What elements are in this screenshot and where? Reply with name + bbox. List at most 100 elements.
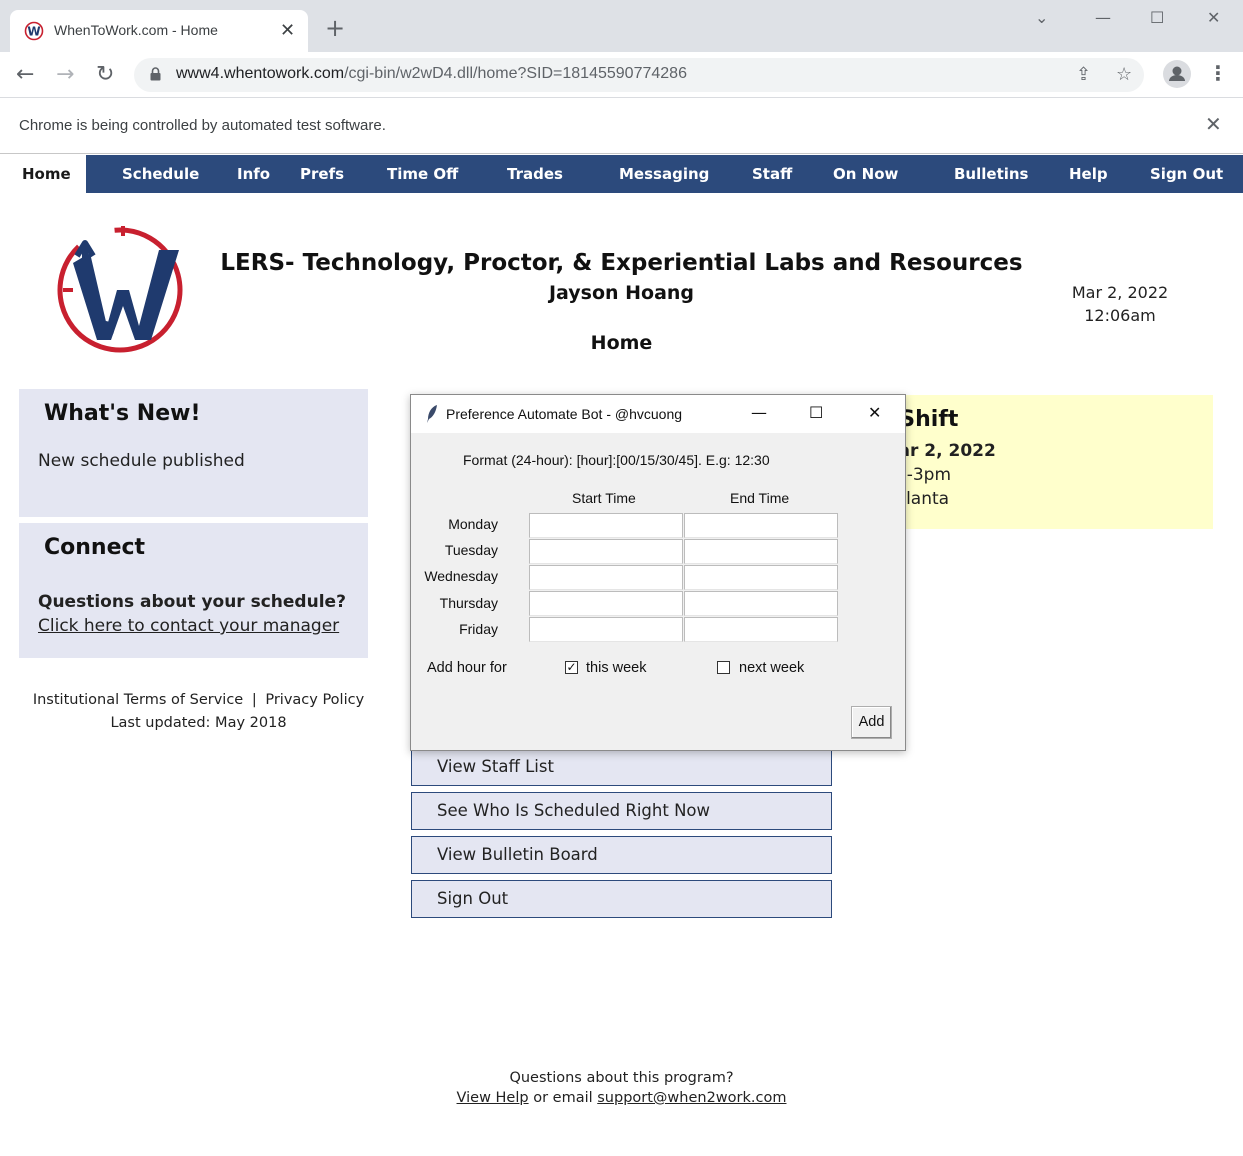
current-date: Mar 2, 2022 (1071, 283, 1169, 302)
dialog-maximize-icon[interactable]: ☐ (809, 403, 823, 422)
thursday-end-input[interactable] (684, 591, 838, 616)
action-label: See Who Is Scheduled Right Now (437, 801, 711, 820)
nav-item-sign-out[interactable]: Sign Out (1150, 165, 1223, 183)
nav-item-help[interactable]: Help (1069, 165, 1108, 183)
thursday-start-input[interactable] (529, 591, 683, 616)
bookmark-star-icon[interactable]: ☆ (1116, 64, 1132, 85)
wednesday-start-input[interactable] (529, 565, 683, 590)
page-title: Home (590, 332, 653, 354)
browser-tab[interactable]: W WhenToWork.com - Home ✕ (10, 10, 308, 52)
url-text: www4.whentowork.com/cgi-bin/w2wD4.dll/ho… (176, 65, 687, 82)
contact-manager-link[interactable]: Click here to contact your manager (38, 616, 339, 636)
dialog-minimize-icon[interactable]: — (751, 403, 767, 422)
dialog-close-icon[interactable]: ✕ (868, 403, 881, 422)
dialog-title: Preference Automate Bot - @hvcuong (446, 406, 683, 422)
this-week-label: this week (586, 660, 647, 676)
tab-title: WhenToWork.com - Home (54, 22, 218, 38)
view-help-link[interactable]: View Help (457, 1090, 529, 1106)
action-label: View Staff List (437, 757, 554, 776)
nav-item-time-off[interactable]: Time Off (387, 165, 458, 183)
day-label-monday: Monday (448, 516, 498, 532)
connect-panel: Connect Questions about your schedule? C… (19, 523, 368, 658)
nav-item-messaging[interactable]: Messaging (619, 165, 709, 183)
monday-end-input[interactable] (684, 513, 838, 538)
current-time: 12:06am (1084, 306, 1156, 325)
start-time-header: Start Time (572, 490, 636, 506)
infobar-text: Chrome is being controlled by automated … (19, 117, 386, 134)
nav-item-trades[interactable]: Trades (507, 165, 563, 183)
whats-new-panel: What's New! New schedule published (19, 389, 368, 517)
sign-out-button[interactable]: Sign Out (411, 880, 832, 918)
footer: Questions about this program? View Help … (0, 1068, 1243, 1108)
day-label-thursday: Thursday (439, 595, 498, 611)
tuesday-start-input[interactable] (529, 539, 683, 564)
terms-separator: | (251, 692, 257, 708)
svg-text:W: W (27, 25, 40, 39)
wednesday-end-input[interactable] (684, 565, 838, 590)
nav-item-label: Home (22, 165, 71, 183)
preference-bot-dialog: Preference Automate Bot - @hvcuong — ☐ ✕… (410, 394, 906, 751)
terms-of-service-link[interactable]: Institutional Terms of Service (33, 692, 243, 708)
current-datetime: Mar 2, 2022 12:06am (1060, 281, 1180, 327)
day-label-friday: Friday (459, 621, 498, 637)
nav-item-staff[interactable]: Staff (752, 165, 792, 183)
user-name: Jayson Hoang (548, 282, 695, 304)
next-week-checkbox[interactable] (717, 661, 730, 674)
back-icon[interactable]: ← (16, 62, 34, 87)
terms-updated: Last updated: May 2018 (110, 715, 287, 731)
forward-icon[interactable]: → (56, 62, 74, 87)
nav-item-home[interactable]: Home (0, 155, 88, 193)
this-week-checkbox[interactable]: ✓ (565, 661, 578, 674)
action-label: Sign Out (437, 889, 509, 908)
action-label: View Bulletin Board (437, 845, 598, 864)
person-icon (1169, 66, 1185, 81)
next-shift-panel: ext Shift ed Mar 2, 2022 :30pm-3pm Lab A… (852, 395, 1213, 529)
monday-start-input[interactable] (529, 513, 683, 538)
nav-item-on-now[interactable]: On Now (833, 165, 898, 183)
minimize-icon[interactable]: — (1095, 8, 1111, 27)
dialog-titlebar[interactable]: Preference Automate Bot - @hvcuong — ☐ ✕ (411, 395, 905, 433)
close-window-icon[interactable]: ✕ (1207, 8, 1220, 27)
privacy-policy-link[interactable]: Privacy Policy (265, 692, 364, 708)
whats-new-text: New schedule published (38, 451, 245, 471)
view-bulletin-board-button[interactable]: View Bulletin Board (411, 836, 832, 874)
day-label-tuesday: Tuesday (444, 542, 498, 558)
friday-end-input[interactable] (684, 617, 838, 642)
page: W WhenToWork.com - Home ✕ + ⌄ — ☐ ✕ ← → … (0, 0, 1243, 1156)
footer-question: Questions about this program? (509, 1070, 734, 1086)
support-email-link[interactable]: support@when2work.com (597, 1090, 786, 1106)
lock-icon (150, 67, 161, 81)
terms-block: Institutional Terms of Service | Privacy… (19, 689, 378, 735)
nav-item-bulletins[interactable]: Bulletins (954, 165, 1029, 183)
tab-close-icon[interactable]: ✕ (280, 20, 295, 41)
friday-start-input[interactable] (529, 617, 683, 642)
infobar-close-icon[interactable]: ✕ (1205, 112, 1222, 136)
add-hour-for-label: Add hour for (427, 660, 507, 676)
tab-search-icon[interactable]: ⌄ (1035, 8, 1048, 27)
whentowork-favicon-icon: W (24, 21, 44, 41)
nav-item-schedule[interactable]: Schedule (122, 165, 199, 183)
feather-icon (427, 405, 437, 423)
menu-kebab-icon[interactable]: ⋮ (1208, 61, 1228, 85)
nav-item-info[interactable]: Info (237, 165, 270, 183)
end-time-header: End Time (730, 490, 790, 506)
format-hint: Format (24-hour): [hour]:[00/15/30/45]. … (463, 452, 770, 468)
automation-infobar: Chrome is being controlled by automated … (0, 98, 1243, 154)
view-staff-list-button[interactable]: View Staff List (411, 748, 832, 786)
share-icon[interactable]: ⇪ (1076, 64, 1091, 85)
day-label-wednesday: Wednesday (424, 568, 498, 584)
connect-title: Connect (44, 535, 146, 560)
profile-avatar[interactable] (1163, 60, 1191, 88)
browser-toolbar: ← → ↻ www4.whentowork.com/cgi-bin/w2wD4.… (0, 52, 1243, 98)
connect-question: Questions about your schedule? (38, 592, 346, 612)
reload-icon[interactable]: ↻ (96, 62, 114, 87)
tuesday-end-input[interactable] (684, 539, 838, 564)
address-bar[interactable]: www4.whentowork.com/cgi-bin/w2wD4.dll/ho… (134, 58, 1144, 92)
maximize-icon[interactable]: ☐ (1150, 8, 1164, 27)
see-who-scheduled-button[interactable]: See Who Is Scheduled Right Now (411, 792, 832, 830)
add-button[interactable]: Add (851, 706, 892, 739)
site-nav: Home Schedule Info Prefs Time Off Trades… (0, 155, 1243, 193)
whats-new-title: What's New! (44, 401, 201, 426)
nav-item-prefs[interactable]: Prefs (300, 165, 344, 183)
new-tab-icon[interactable]: + (325, 16, 345, 40)
